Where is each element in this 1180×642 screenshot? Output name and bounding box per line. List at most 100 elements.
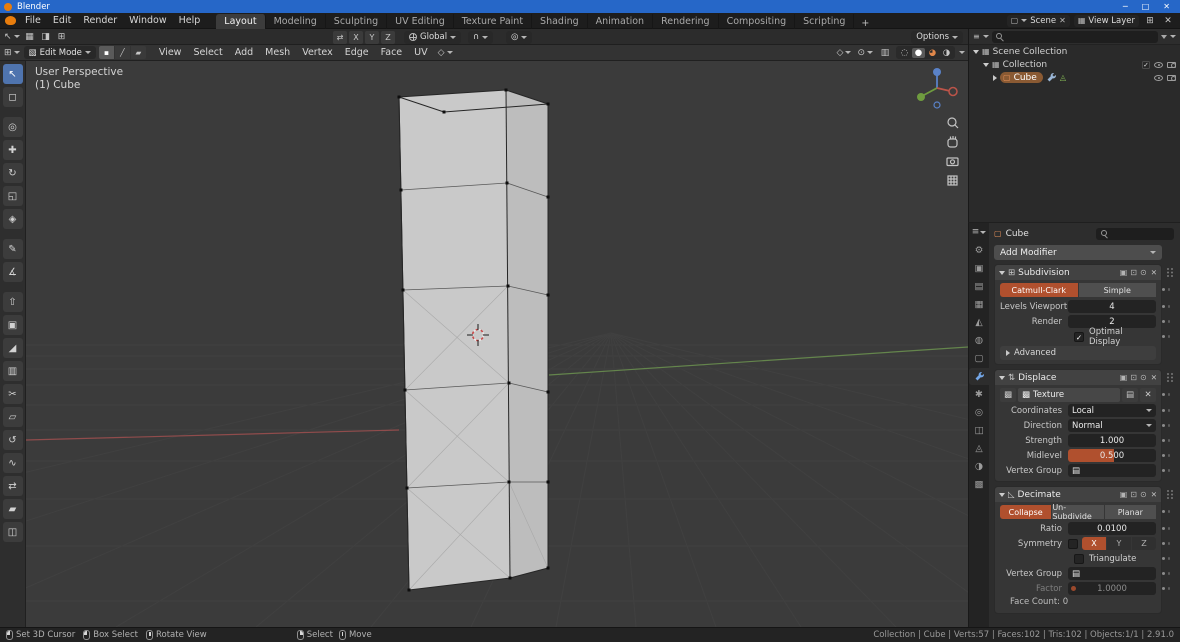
tool-annotate[interactable]: ✎ <box>2 239 23 259</box>
3d-viewport[interactable]: User Perspective (1) Cube <box>0 61 1180 628</box>
shading-rendered-button[interactable]: ◑ <box>940 48 953 58</box>
snap-dropdown[interactable]: ∩ <box>468 30 494 44</box>
expand-icon[interactable] <box>999 270 1005 275</box>
outliner-search-input[interactable] <box>991 30 1158 43</box>
tab-world-icon[interactable]: ◍ <box>969 332 989 349</box>
workspace-tab-uv-editing[interactable]: UV Editing <box>387 13 454 29</box>
modifier-name[interactable]: Subdivision <box>1018 268 1070 278</box>
tool-rotate[interactable]: ↻ <box>2 163 23 183</box>
tool-transform[interactable]: ◈ <box>2 209 23 229</box>
vertex-group-picker[interactable]: ▤ <box>1068 567 1156 580</box>
edge-select-button[interactable]: ╱ <box>114 46 130 59</box>
planar-button[interactable]: Planar <box>1104 505 1156 519</box>
coordinates-dropdown[interactable]: Local <box>1068 404 1156 417</box>
workspace-tab-modeling[interactable]: Modeling <box>266 13 326 29</box>
remove-modifier-icon[interactable]: ✕ <box>1151 268 1157 277</box>
proportional-edit-dropdown[interactable]: ◎ <box>506 30 533 44</box>
exclude-checkbox[interactable]: ✓ <box>1142 60 1150 69</box>
tab-render-icon[interactable]: ▣ <box>969 260 989 277</box>
close-button[interactable]: ✕ <box>1163 2 1170 11</box>
workspace-tab-layout[interactable]: Layout <box>216 13 266 29</box>
tool-tweak[interactable]: ↖ <box>2 64 23 84</box>
simple-button[interactable]: Simple <box>1078 283 1156 297</box>
levels-viewport-field[interactable]: 4 <box>1068 300 1156 313</box>
breadcrumb-object-name[interactable]: Cube <box>1006 229 1029 239</box>
workspace-tab-animation[interactable]: Animation <box>588 13 654 29</box>
menu-face[interactable]: Face <box>375 47 408 58</box>
texture-unlink-button[interactable]: ✕ <box>1140 388 1156 402</box>
add-workspace-button[interactable]: + <box>854 18 876 29</box>
active-object-highlight[interactable]: ▢ Cube <box>1000 72 1043 83</box>
expand-icon[interactable] <box>999 492 1005 497</box>
xray-toggle[interactable]: ▥ <box>878 46 892 59</box>
tool-measure[interactable]: ∡ <box>2 262 23 282</box>
mode-dropdown[interactable]: ▧ Edit Mode <box>23 46 96 59</box>
new-view-layer-icon[interactable]: ⊞ <box>1143 14 1157 27</box>
expand-icon[interactable] <box>993 74 997 81</box>
remove-modifier-icon[interactable]: ✕ <box>1151 373 1157 382</box>
editmode-toggle-icon[interactable]: ▣ <box>1120 373 1128 382</box>
remove-view-layer-icon[interactable]: ✕ <box>1161 14 1175 27</box>
shading-solid-button[interactable]: ● <box>912 47 925 58</box>
ratio-field[interactable]: 0.0100 <box>1068 522 1156 535</box>
hide-eye-icon[interactable] <box>1154 61 1163 68</box>
displace-header[interactable]: ⇅ Displace ▣ ⊡ ⊙ ✕ <box>995 370 1161 385</box>
overlays-dropdown[interactable]: ⊙ <box>856 46 874 59</box>
workspace-tab-sculpting[interactable]: Sculpting <box>326 13 388 29</box>
vertex-select-button[interactable]: ▪ <box>98 46 114 59</box>
menu-view[interactable]: View <box>153 47 188 58</box>
tab-tool-icon[interactable]: ⚙ <box>969 242 989 259</box>
editmode-toggle-icon[interactable]: ▣ <box>1120 268 1128 277</box>
workspace-tab-texture-paint[interactable]: Texture Paint <box>454 13 533 29</box>
texture-name-field[interactable]: ▩ Texture <box>1018 388 1120 402</box>
editor-type-dropdown[interactable]: ⊞ <box>3 46 21 59</box>
disable-render-icon[interactable] <box>1167 74 1176 81</box>
tool-select-box[interactable]: ◻ <box>2 87 23 107</box>
hide-eye-icon[interactable] <box>1154 74 1163 81</box>
scene-selector[interactable]: ▢ Scene ✕ <box>1006 14 1070 27</box>
tab-material-icon[interactable]: ◑ <box>969 458 989 475</box>
direction-dropdown[interactable]: Normal <box>1068 419 1156 432</box>
tool-spin[interactable]: ↺ <box>2 430 23 450</box>
tool-knife[interactable]: ✂ <box>2 384 23 404</box>
menu-window[interactable]: Window <box>123 15 172 26</box>
expand-icon[interactable] <box>999 375 1005 380</box>
outliner-row-scene-collection[interactable]: ▦ Scene Collection <box>969 45 1180 58</box>
workspace-tab-rendering[interactable]: Rendering <box>653 13 719 29</box>
blender-menu-icon[interactable] <box>5 16 16 25</box>
workspace-tab-shading[interactable]: Shading <box>532 13 588 29</box>
menu-add[interactable]: Add <box>229 47 259 58</box>
advanced-subpanel[interactable]: Advanced <box>1000 346 1156 360</box>
triangulate-checkbox[interactable] <box>1074 553 1084 564</box>
options-dropdown[interactable]: Options <box>911 30 963 44</box>
drag-grip-icon[interactable] <box>1167 268 1174 278</box>
menu-vertex[interactable]: Vertex <box>296 47 339 58</box>
maximize-button[interactable]: □ <box>1142 2 1150 11</box>
menu-help[interactable]: Help <box>173 15 207 26</box>
outliner-row-collection[interactable]: ▦ Collection ✓ <box>969 58 1180 71</box>
modifier-name[interactable]: Displace <box>1018 373 1056 383</box>
tool-rip-region[interactable]: ◫ <box>2 522 23 542</box>
tab-physics-icon[interactable]: ◎ <box>969 404 989 421</box>
tool-inset-faces[interactable]: ▣ <box>2 315 23 335</box>
tab-view-layer-icon[interactable]: ▦ <box>969 296 989 313</box>
midlevel-slider[interactable]: 0.500 <box>1068 449 1156 462</box>
mirror-z-toggle[interactable]: Z <box>381 30 395 44</box>
expand-icon[interactable] <box>983 62 989 67</box>
texture-browse-button[interactable]: ▩ <box>1000 388 1016 402</box>
symmetry-checkbox[interactable] <box>1068 538 1078 549</box>
tab-object-icon[interactable]: ▢ <box>969 350 989 367</box>
unsubdivide-button[interactable]: Un-Subdivide <box>1052 503 1104 521</box>
catmull-clark-button[interactable]: Catmull-Clark <box>1000 283 1078 297</box>
viewport-canvas[interactable]: User Perspective (1) Cube <box>0 61 1180 628</box>
mirror-y-toggle[interactable]: Y <box>365 30 379 44</box>
strength-field[interactable]: 1.000 <box>1068 434 1156 447</box>
transform-orientation-dropdown[interactable]: Global <box>404 30 462 44</box>
vertex-group-picker[interactable]: ▤ <box>1068 464 1156 477</box>
mesh-cube[interactable] <box>397 88 550 592</box>
tool-poly-build[interactable]: ▱ <box>2 407 23 427</box>
menu-select[interactable]: Select <box>187 47 228 58</box>
outliner-row-cube[interactable]: ▢ Cube ◬ <box>969 71 1180 84</box>
disable-render-icon[interactable] <box>1167 61 1176 68</box>
subdivision-header[interactable]: ⊞ Subdivision ▣ ⊡ ⊙ ✕ <box>995 265 1161 280</box>
